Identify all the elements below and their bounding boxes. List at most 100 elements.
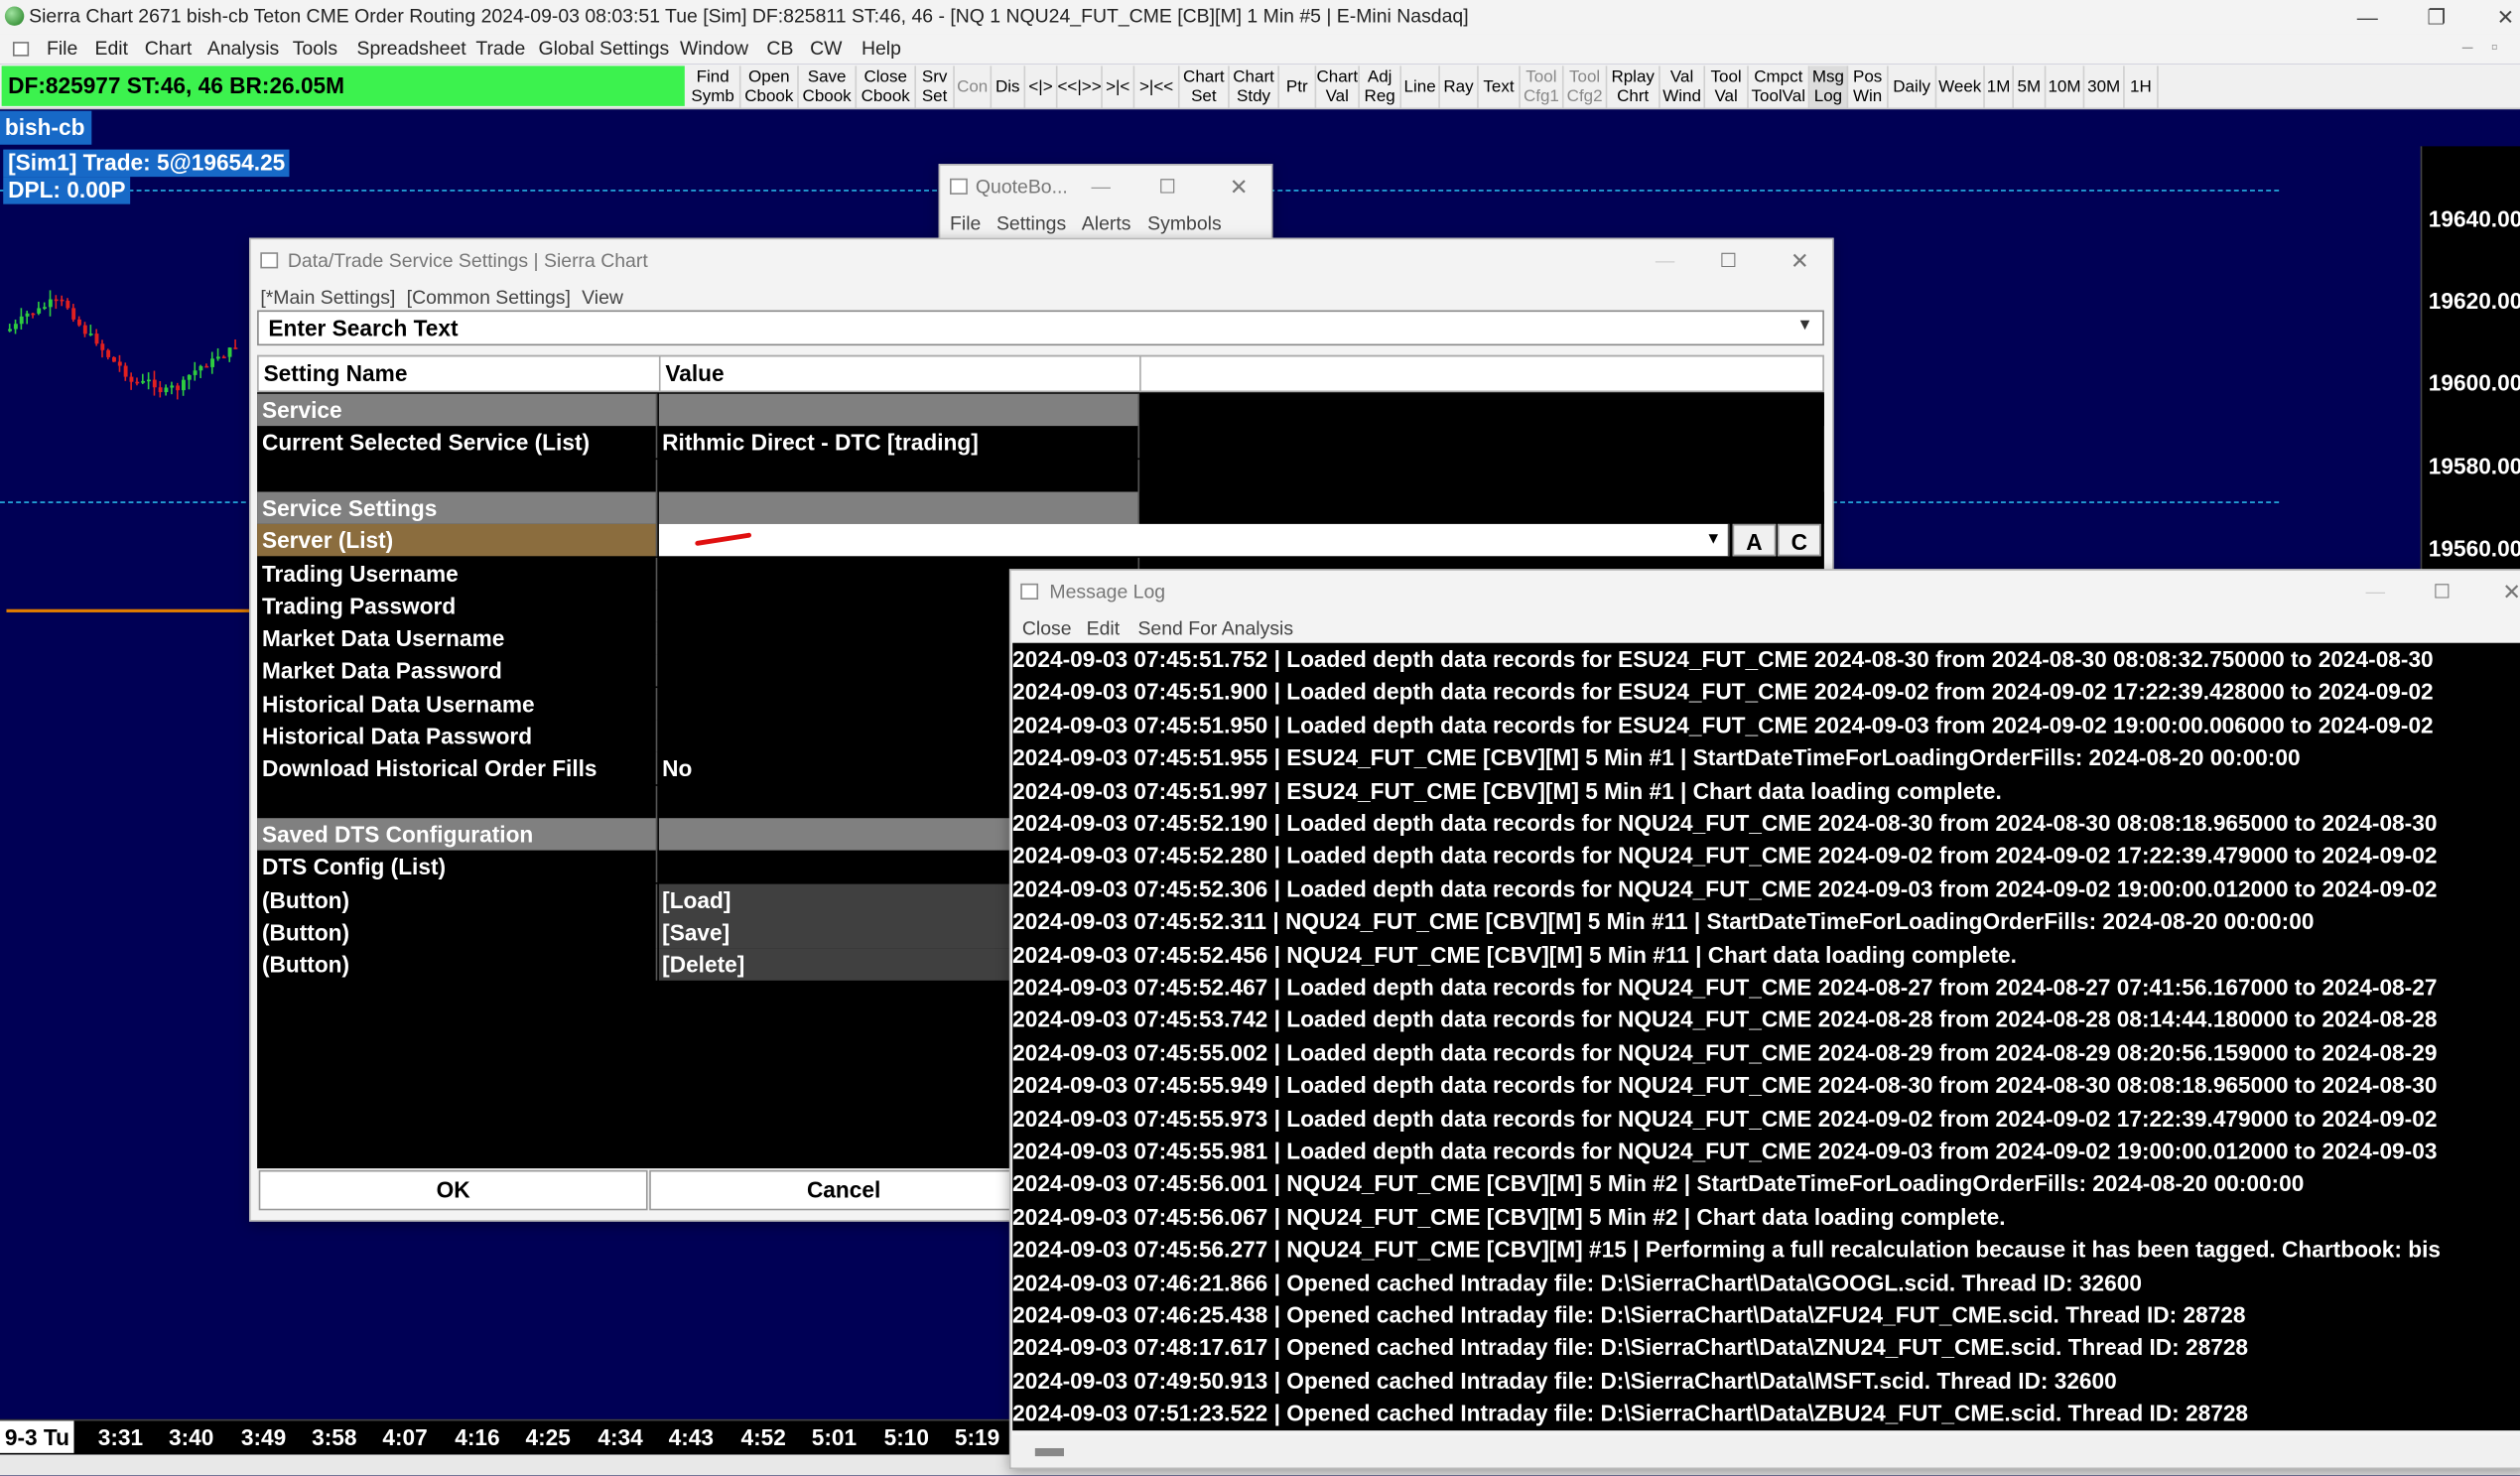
menu-window[interactable]: Window: [680, 37, 748, 60]
setting-name: Market Data Username: [257, 621, 658, 655]
menu-cw[interactable]: CW: [810, 37, 842, 60]
maximize-button[interactable]: ❐: [2401, 0, 2471, 34]
toolbar-button[interactable]: <|>: [1025, 66, 1058, 108]
toolbar-button[interactable]: Cmpct ToolVal: [1749, 66, 1810, 108]
search-input[interactable]: Enter Search Text ▼: [257, 310, 1824, 346]
app-menu-icon[interactable]: [12, 42, 30, 57]
minimize-icon[interactable]: —: [1656, 239, 1674, 281]
setting-value[interactable]: [658, 393, 1140, 427]
toolbar-button[interactable]: Text: [1479, 66, 1521, 108]
menu-cb[interactable]: CB: [766, 37, 793, 60]
menu-tools[interactable]: Tools: [293, 37, 337, 60]
server-a-button[interactable]: A: [1732, 524, 1777, 557]
maximize-icon[interactable]: ☐: [2434, 571, 2451, 612]
menu-trade[interactable]: Trade: [475, 37, 525, 60]
toolbar-button[interactable]: Tool Cfg1: [1521, 66, 1564, 108]
toolbar-button[interactable]: Chart Set: [1180, 66, 1230, 108]
toolbar-button[interactable]: Chart Val: [1316, 66, 1360, 108]
toolbar-button[interactable]: Dis: [992, 66, 1026, 108]
toolbar-button[interactable]: Ray: [1440, 66, 1479, 108]
horizontal-scrollbar[interactable]: [1012, 1435, 2520, 1468]
msglog-menu-send-for-analysis[interactable]: Send For Analysis: [1137, 617, 1293, 640]
setting-value[interactable]: [659, 459, 1140, 491]
toolbar-button[interactable]: Tool Cfg2: [1564, 66, 1608, 108]
cancel-button[interactable]: Cancel: [649, 1169, 1039, 1211]
scrollbar-thumb[interactable]: [1034, 1447, 1064, 1457]
chartbook-tab[interactable]: bish-cb: [0, 110, 92, 145]
setting-row[interactable]: Service: [257, 393, 1824, 427]
minimize-icon[interactable]: —: [1092, 166, 1111, 207]
toolbar-button[interactable]: Msg Log: [1809, 66, 1849, 108]
quoteboard-menu-alerts[interactable]: Alerts: [1082, 212, 1131, 235]
close-icon[interactable]: ✕: [1230, 166, 1249, 207]
maximize-icon[interactable]: ☐: [1720, 239, 1737, 281]
toolbar-button[interactable]: Ptr: [1279, 66, 1317, 108]
toolbar-button[interactable]: Daily: [1889, 66, 1937, 108]
server-c-button[interactable]: C: [1777, 524, 1821, 557]
mdi-minimize-icon[interactable]: –: [2462, 36, 2473, 59]
mdi-restore-icon[interactable]: ▫: [2491, 36, 2498, 59]
menu-chart[interactable]: Chart: [145, 37, 193, 60]
chevron-down-icon[interactable]: ▼: [1797, 317, 1813, 335]
close-button[interactable]: ✕: [2470, 0, 2520, 34]
setting-name: Historical Data Username: [257, 687, 658, 720]
toolbar-button[interactable]: Week: [1936, 66, 1985, 108]
minimize-icon[interactable]: —: [2366, 571, 2385, 612]
dts-tab-common-settings[interactable]: [Common Settings]: [407, 286, 571, 309]
toolbar-button[interactable]: Open Cbook: [740, 66, 799, 108]
toolbar-button[interactable]: Val Wind: [1660, 66, 1706, 108]
toolbar-button[interactable]: Find Symb: [686, 66, 741, 108]
toolbar-button[interactable]: Pos Win: [1848, 66, 1889, 108]
toolbar-button[interactable]: Srv Set: [916, 66, 955, 108]
setting-name: Saved DTS Configuration: [257, 818, 658, 851]
log-line: 2024-09-03 07:45:51.955 | ESU24_FUT_CME …: [1012, 744, 2301, 770]
toolbar-button[interactable]: <<|>>: [1057, 66, 1103, 108]
setting-row[interactable]: Service Settings: [257, 491, 1824, 524]
toolbar-button[interactable]: >|<<: [1134, 66, 1180, 108]
quoteboard-menu-symbols[interactable]: Symbols: [1147, 212, 1222, 235]
toolbar-button[interactable]: Save Cbook: [799, 66, 858, 108]
msglog-menu-edit[interactable]: Edit: [1087, 617, 1120, 640]
toolbar-button[interactable]: 1M: [1985, 66, 2014, 108]
toolbar-button[interactable]: 30M: [2084, 66, 2125, 108]
setting-row[interactable]: [257, 459, 1824, 491]
toolbar-button[interactable]: Chart Stdy: [1230, 66, 1279, 108]
ok-button[interactable]: OK: [258, 1169, 648, 1211]
toolbar-button[interactable]: Close Cbook: [857, 66, 917, 108]
toolbar-button[interactable]: Rplay Chrt: [1607, 66, 1660, 108]
log-line: 2024-09-03 07:45:52.467 | Loaded depth d…: [1012, 974, 2438, 1001]
quoteboard-menu-file[interactable]: File: [950, 212, 981, 235]
menu-global-settings[interactable]: Global Settings: [538, 37, 669, 60]
toolbar-button[interactable]: Tool Val: [1705, 66, 1749, 108]
toolbar-button[interactable]: 5M: [2014, 66, 2047, 108]
toolbar-button[interactable]: Line: [1401, 66, 1440, 108]
toolbar-button[interactable]: >|<: [1103, 66, 1135, 108]
close-icon[interactable]: ✕: [1791, 239, 1809, 281]
msglog-menu-close[interactable]: Close: [1022, 617, 1072, 640]
setting-value[interactable]: [658, 491, 1140, 524]
setting-value[interactable]: Rithmic Direct - DTC [trading]: [659, 426, 1140, 459]
toolbar-button[interactable]: 10M: [2046, 66, 2085, 108]
toolbar-button[interactable]: Adj Reg: [1360, 66, 1402, 108]
search-placeholder: Enter Search Text: [268, 315, 459, 341]
setting-row[interactable]: Server (List) ▼ A C: [257, 524, 1824, 557]
close-icon[interactable]: ✕: [2502, 571, 2520, 612]
dts-tab-main-settings[interactable]: [*Main Settings]: [260, 286, 395, 309]
menu-analysis[interactable]: Analysis: [207, 37, 279, 60]
price-label: 19560.00: [2428, 535, 2520, 562]
menu-file[interactable]: File: [47, 37, 77, 60]
chevron-down-icon[interactable]: ▼: [1705, 524, 1721, 556]
setting-value[interactable]: ▼: [658, 524, 1730, 557]
minimize-button[interactable]: —: [2332, 0, 2403, 34]
setting-extra: [1139, 393, 1824, 427]
dts-menu-view[interactable]: View: [582, 286, 623, 309]
candle-body: [112, 356, 116, 362]
menu-help[interactable]: Help: [862, 37, 901, 60]
menu-edit[interactable]: Edit: [95, 37, 128, 60]
toolbar-button[interactable]: Con: [955, 66, 993, 108]
quoteboard-menu-settings[interactable]: Settings: [996, 212, 1066, 235]
toolbar-button[interactable]: 1H: [2125, 66, 2159, 108]
menu-spreadsheet[interactable]: Spreadsheet: [356, 37, 465, 60]
maximize-icon[interactable]: ☐: [1159, 166, 1176, 207]
setting-row[interactable]: Current Selected Service (List) Rithmic D…: [257, 426, 1824, 459]
